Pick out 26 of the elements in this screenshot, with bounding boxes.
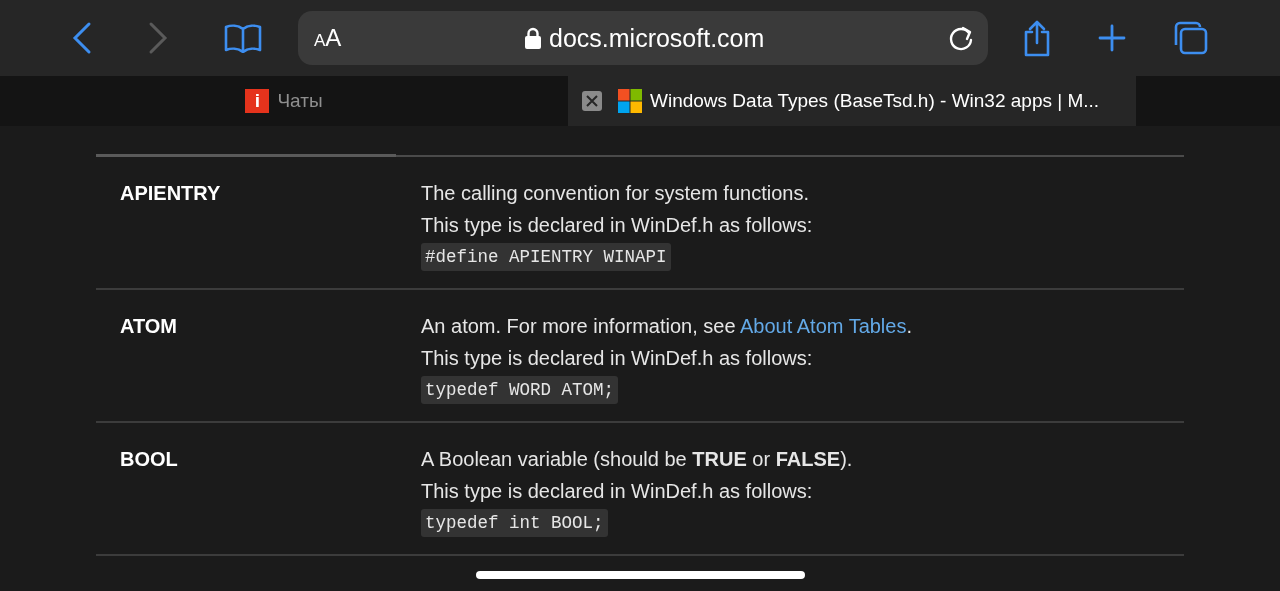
data-type-name: BOOL xyxy=(119,447,178,472)
four-squares-logo-icon xyxy=(618,89,642,113)
share-icon[interactable] xyxy=(1022,19,1052,57)
reload-icon[interactable] xyxy=(948,24,974,52)
description-text: An atom. For more information, see About Atom Tables. xyxy=(421,314,912,339)
code-snippet: typedef WORD ATOM; xyxy=(421,376,619,404)
new-tab-button[interactable] xyxy=(1098,24,1126,52)
close-tab-button[interactable] xyxy=(582,91,602,111)
declaration-note: This type is declared in WinDef.h as follows: xyxy=(421,479,813,504)
code-snippet: typedef int BOOL; xyxy=(421,509,608,537)
tabs-overview-icon[interactable] xyxy=(1172,21,1208,55)
declaration-note: This type is declared in WinDef.h as follows: xyxy=(421,213,813,238)
address-bar[interactable]: AA docs.microsoft.com xyxy=(298,11,988,65)
data-type-name: APIENTRY xyxy=(119,181,221,206)
declaration-note: This type is declared in WinDef.h as follows: xyxy=(421,346,813,371)
text-size-button[interactable]: AA xyxy=(314,24,342,52)
description-text: The calling convention for system functions. xyxy=(421,181,809,206)
link[interactable]: About Atom Tables xyxy=(740,315,907,337)
browser-tab[interactable]: Windows Data Types (BaseTsd.h) - Win32 apps | M... xyxy=(568,76,1136,126)
description-text: A Boolean variable (should be TRUE or FALSE). xyxy=(421,447,853,472)
favicon: i xyxy=(245,89,270,113)
url-text: docs.microsoft.com xyxy=(549,23,765,53)
book-icon[interactable] xyxy=(224,23,262,53)
code-snippet: #define APIENTRY WINAPI xyxy=(421,243,671,271)
browser-tab[interactable]: i Чаты xyxy=(0,76,568,126)
data-type-name: ATOM xyxy=(119,314,178,339)
